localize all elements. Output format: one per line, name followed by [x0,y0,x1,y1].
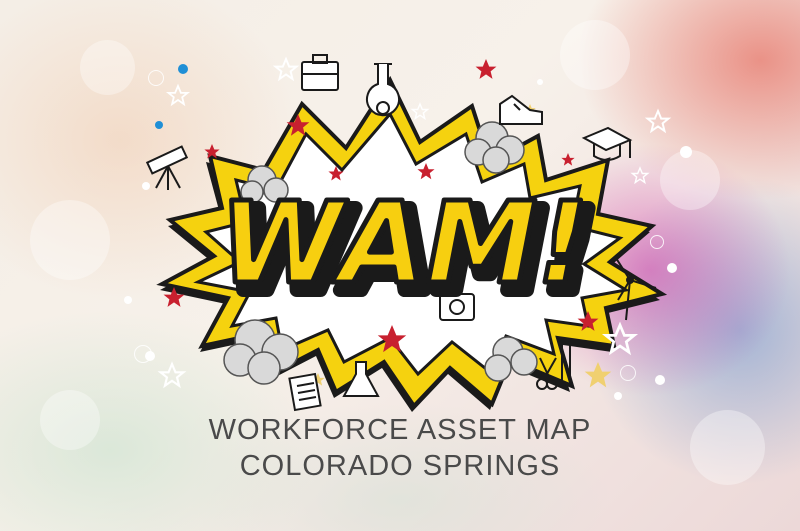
outline-star [159,362,185,387]
notepad-icon [288,372,322,412]
telescope-icon [145,145,189,190]
sneaker-icon [499,94,543,125]
outline-star [167,85,189,105]
wam-wordmark: WAM! [220,179,589,309]
outline-star [411,103,429,120]
red-star [475,59,497,79]
graduation-cap-icon [581,126,633,161]
blue-dot [155,121,163,129]
hero-banner: WAM! WAM! WORKFORCE ASSET MAP COLORADO S… [0,0,800,531]
tagline-line-1: WORKFORCE ASSET MAP [208,414,592,446]
flask-icon [366,63,400,117]
tagline-line-2: COLORADO SPRINGS [239,450,561,482]
blue-dot [178,64,188,74]
outline-star [274,58,298,80]
red-star [561,153,575,166]
outline-star [646,110,670,132]
briefcase-icon [301,54,339,91]
gold-star [584,362,612,388]
outline-star [631,167,649,184]
